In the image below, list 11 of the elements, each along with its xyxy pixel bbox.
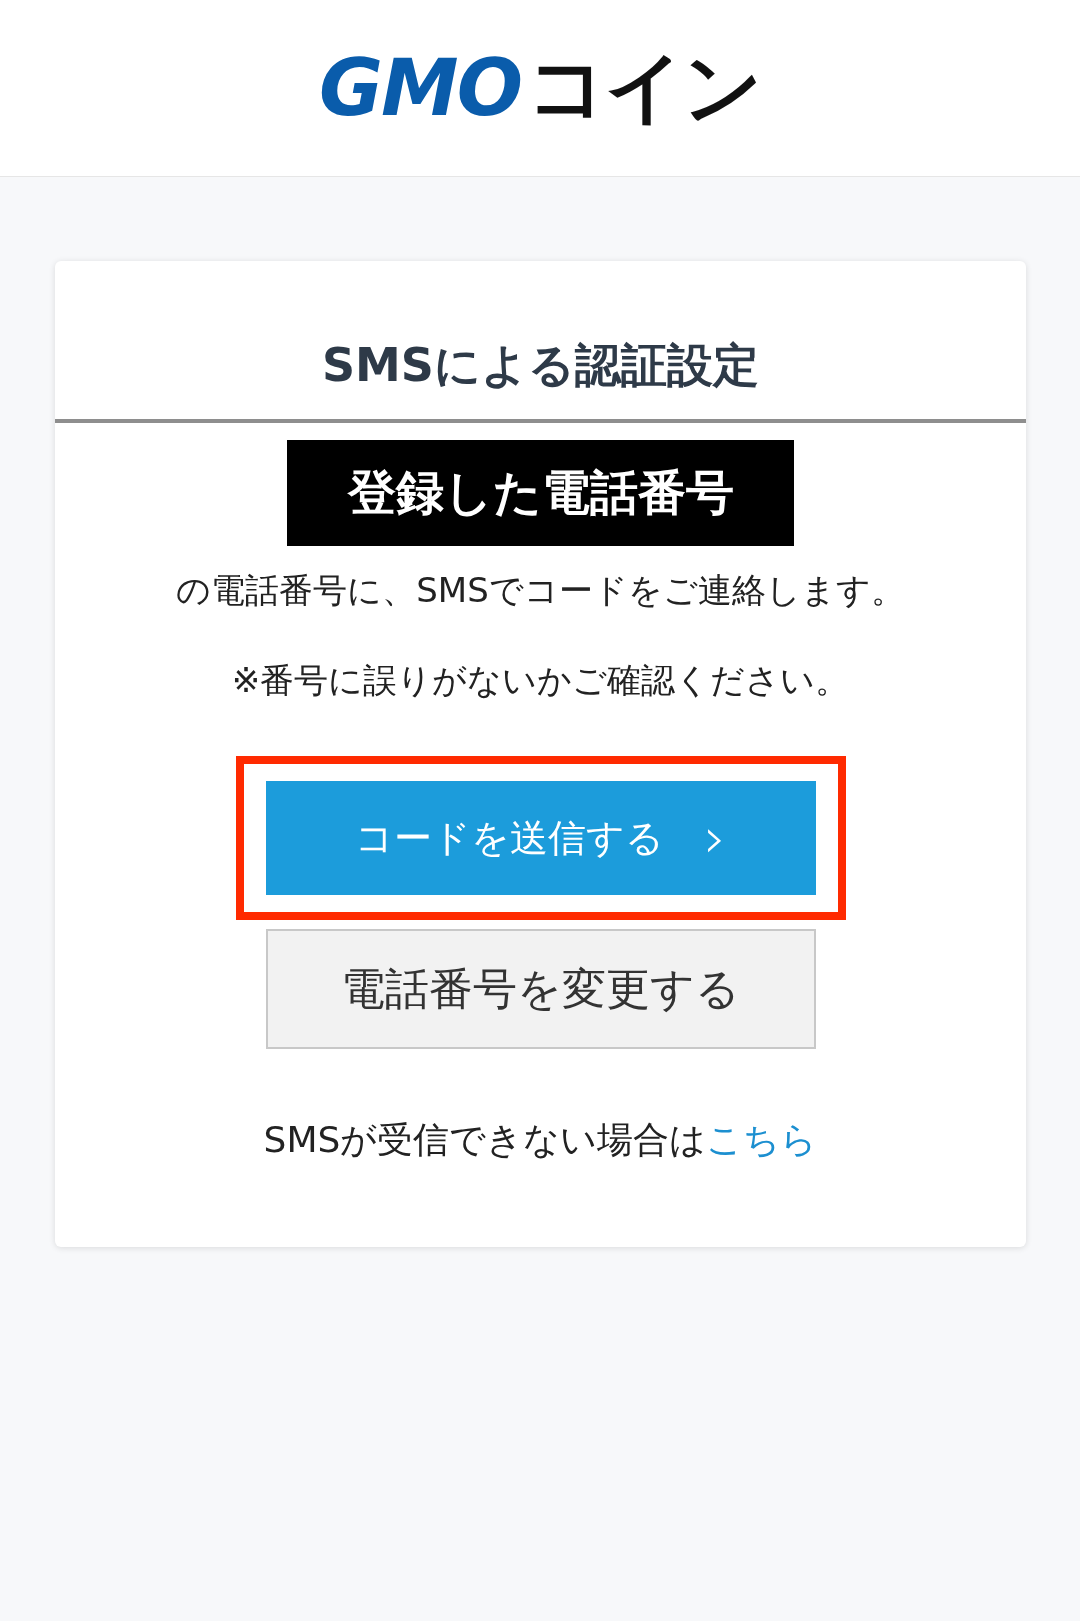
phone-label: 登録した電話番号	[287, 440, 794, 546]
message-text: の電話番号に、SMSでコードをご連絡します。	[176, 569, 905, 612]
logo-suffix: コイン	[526, 40, 761, 134]
note-text: ※番号に誤りがないかご確認ください。	[231, 659, 850, 702]
send-code-button[interactable]: コードを送信する ›	[265, 781, 816, 895]
help-link[interactable]: こちら	[706, 1119, 818, 1160]
chevron-icon: ›	[703, 810, 727, 866]
page-title: SMSによる認証設定	[321, 337, 759, 394]
logo-brand: GMO	[319, 43, 521, 133]
help-text: SMSが受信できない場合は こちら	[263, 1118, 818, 1162]
change-phone-button[interactable]: 電話番号を変更する	[265, 929, 816, 1049]
